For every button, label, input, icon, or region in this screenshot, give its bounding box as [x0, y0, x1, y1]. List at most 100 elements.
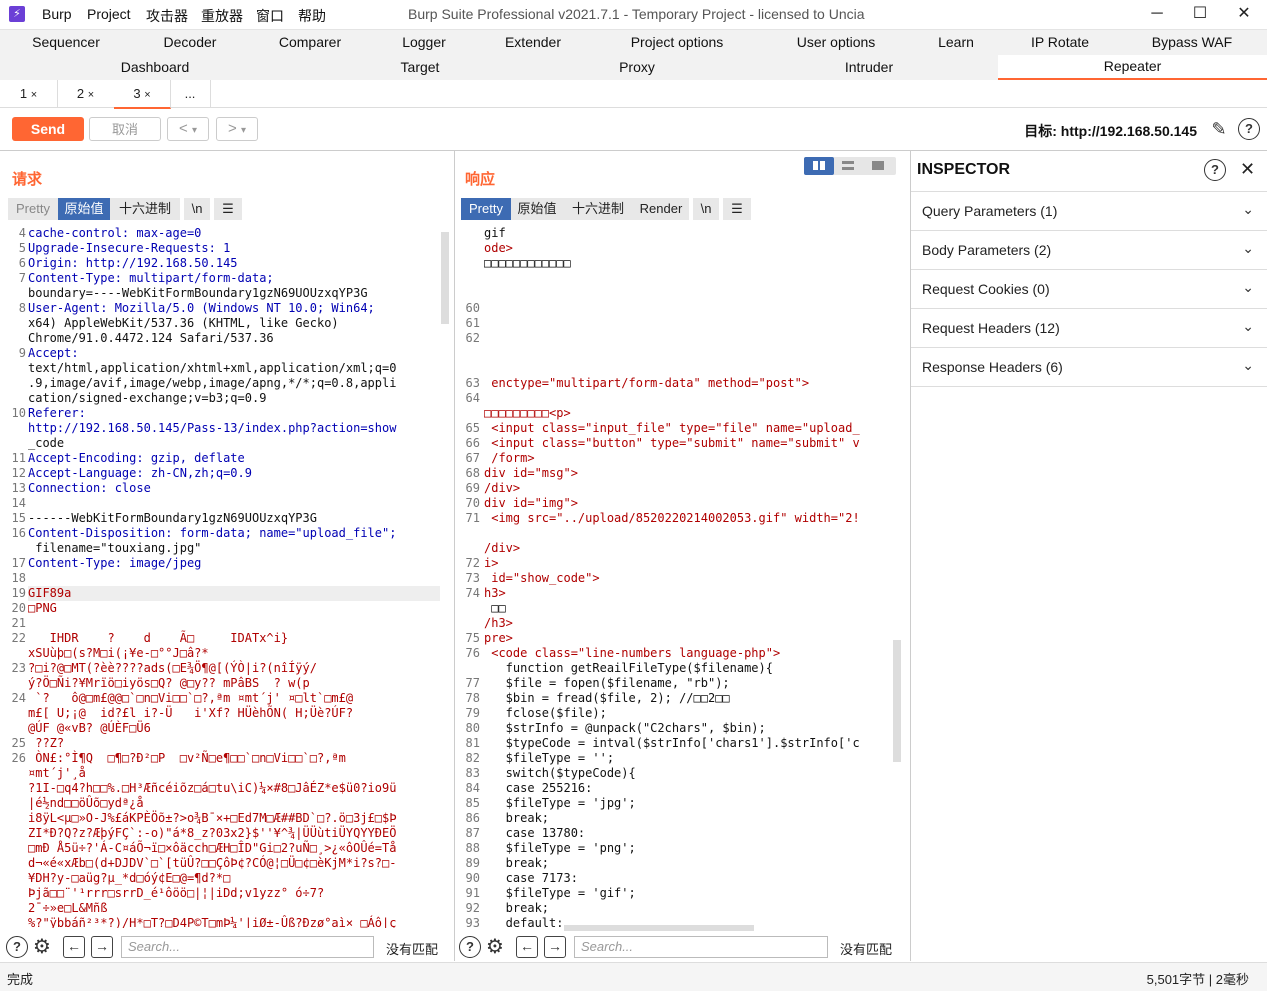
- settings-gear-icon[interactable]: ⚙: [33, 934, 51, 959]
- response-line: $strInfo = @unpack("C2chars", $bin);: [484, 721, 766, 735]
- chevron-down-icon[interactable]: ⌄: [1242, 240, 1254, 257]
- tab-project-options[interactable]: Project options: [612, 34, 742, 50]
- cancel-button[interactable]: 取消: [89, 117, 161, 141]
- line-number: 19: [11, 586, 26, 600]
- line-number: 15: [11, 511, 26, 525]
- tab-extender[interactable]: Extender: [485, 34, 581, 50]
- request-scrollbar[interactable]: [441, 232, 449, 324]
- request-line: Content-Disposition: form-data; name="up…: [28, 526, 397, 540]
- request-search-input[interactable]: Search...: [121, 936, 374, 958]
- chevron-down-icon[interactable]: ⌄: [1242, 357, 1254, 374]
- tab-pretty[interactable]: Pretty: [461, 198, 511, 220]
- help-icon[interactable]: ?: [1238, 118, 1260, 140]
- response-editor[interactable]: gif ode> □□□□□□□□□□□□ 60 61 62 63 enctype="mul…: [458, 226, 896, 928]
- close-tab-icon[interactable]: ×: [144, 89, 150, 101]
- next-match-icon[interactable]: →: [544, 936, 566, 958]
- tab-user-options[interactable]: User options: [780, 34, 892, 50]
- split-horizontal-icon[interactable]: [804, 157, 834, 175]
- line-number: 71: [465, 511, 480, 525]
- menu-intruder[interactable]: 攻击器: [146, 6, 188, 26]
- sub-tab-2[interactable]: 2 ×: [57, 80, 115, 107]
- tab-repeater[interactable]: Repeater: [998, 55, 1267, 80]
- inspector-query-params[interactable]: Query Parameters (1) ⌄: [911, 192, 1267, 231]
- line-number: 4: [18, 226, 26, 240]
- menu-repeater[interactable]: 重放器: [201, 6, 243, 26]
- next-match-icon[interactable]: →: [91, 936, 113, 958]
- chevron-down-icon[interactable]: ▾: [241, 125, 246, 136]
- settings-gear-icon[interactable]: ⚙: [486, 934, 504, 959]
- request-line: |é½nd□□öÛõ□ydª¿å: [28, 796, 144, 810]
- back-button[interactable]: < ▾: [167, 117, 209, 141]
- inspector-request-cookies[interactable]: Request Cookies (0) ⌄: [911, 270, 1267, 309]
- tab-sequencer[interactable]: Sequencer: [18, 34, 114, 50]
- tab-intruder[interactable]: Intruder: [809, 59, 929, 75]
- menu-burp[interactable]: Burp: [42, 6, 72, 22]
- tab-proxy[interactable]: Proxy: [577, 59, 697, 75]
- response-search-input[interactable]: Search...: [574, 936, 828, 958]
- inspector-request-headers[interactable]: Request Headers (12) ⌄: [911, 309, 1267, 348]
- inspector-body-params[interactable]: Body Parameters (2) ⌄: [911, 231, 1267, 270]
- close-tab-icon[interactable]: ×: [31, 89, 37, 101]
- tab-hex[interactable]: 十六进制: [110, 198, 180, 220]
- chevron-down-icon[interactable]: ⌄: [1242, 318, 1254, 335]
- tab-target[interactable]: Target: [360, 59, 480, 75]
- request-line: Origin: http://192.168.50.145: [28, 256, 238, 270]
- help-icon[interactable]: ?: [1204, 159, 1226, 181]
- chevron-down-icon[interactable]: ⌄: [1242, 279, 1254, 296]
- line-number: 23: [11, 661, 26, 675]
- section-label: Response Headers (6): [922, 359, 1063, 375]
- sub-tab-3[interactable]: 3 ×: [114, 80, 171, 109]
- tab-raw[interactable]: 原始值: [58, 198, 110, 220]
- close-tab-icon[interactable]: ×: [88, 89, 94, 101]
- inspector-response-headers[interactable]: Response Headers (6) ⌄: [911, 348, 1267, 387]
- tab-logger[interactable]: Logger: [376, 34, 472, 50]
- section-label: Request Headers (12): [922, 320, 1060, 336]
- tab-ip-rotate[interactable]: IP Rotate: [1010, 34, 1110, 50]
- close-window-icon[interactable]: ✕: [1233, 4, 1255, 24]
- tab-comparer[interactable]: Comparer: [262, 34, 358, 50]
- menu-project[interactable]: Project: [87, 6, 131, 22]
- menu-icon[interactable]: ☰: [723, 198, 751, 220]
- single-pane-icon[interactable]: [872, 161, 884, 170]
- pane-divider[interactable]: [454, 151, 455, 961]
- tab-hex[interactable]: 十六进制: [563, 198, 633, 220]
- tab-render[interactable]: Render: [633, 198, 689, 220]
- forward-icon: >: [228, 120, 237, 137]
- tab-pretty[interactable]: Pretty: [8, 198, 58, 220]
- newline-toggle[interactable]: \n: [693, 198, 719, 220]
- close-icon[interactable]: ✕: [1240, 159, 1255, 180]
- request-line: text/html,application/xhtml+xml,applicat…: [28, 361, 397, 375]
- response-scrollbar[interactable]: [893, 640, 901, 762]
- send-button[interactable]: Send: [12, 117, 84, 141]
- line-number: 78: [465, 691, 480, 705]
- chevron-down-icon[interactable]: ⌄: [1242, 201, 1254, 218]
- menu-window[interactable]: 窗口: [256, 6, 284, 26]
- tab-raw[interactable]: 原始值: [511, 198, 563, 220]
- tab-decoder[interactable]: Decoder: [142, 34, 238, 50]
- response-line: id="show_code">: [484, 571, 600, 585]
- split-vertical-icon[interactable]: [842, 161, 854, 164]
- request-line: ¥DH?y-□aüg?µ_*d□óý¢E□@=¶d?*□: [28, 871, 231, 885]
- forward-button[interactable]: > ▾: [216, 117, 258, 141]
- menu-help[interactable]: 帮助: [298, 6, 326, 26]
- previous-match-icon[interactable]: ←: [516, 936, 538, 958]
- tab-bypass-waf[interactable]: Bypass WAF: [1140, 34, 1244, 50]
- chevron-down-icon[interactable]: ▾: [192, 125, 197, 136]
- request-editor[interactable]: 4 cache-control: max-age=0 5 Upgrade-Insecu…: [4, 226, 440, 928]
- maximize-icon[interactable]: ☐: [1189, 4, 1211, 24]
- sub-tab-1[interactable]: 1 ×: [0, 80, 58, 107]
- response-h-scrollbar[interactable]: [564, 925, 754, 931]
- menu-icon[interactable]: ☰: [214, 198, 242, 220]
- inspector-panel: INSPECTOR ? ✕ Query Parameters (1) ⌄ Bod…: [910, 151, 1267, 961]
- sub-tab-new[interactable]: ...: [170, 80, 211, 107]
- help-icon[interactable]: ?: [6, 936, 28, 958]
- request-line: @ÚF @«vB? @ÚÈF□Ü6: [28, 721, 151, 735]
- tab-learn[interactable]: Learn: [915, 34, 997, 50]
- response-line: $fileType = 'jpg';: [484, 796, 636, 810]
- tab-dashboard[interactable]: Dashboard: [95, 59, 215, 75]
- help-icon[interactable]: ?: [459, 936, 481, 958]
- edit-target-icon[interactable]: ✎: [1208, 118, 1230, 140]
- minimize-icon[interactable]: ─: [1146, 4, 1168, 24]
- previous-match-icon[interactable]: ←: [63, 936, 85, 958]
- newline-toggle[interactable]: \n: [184, 198, 210, 220]
